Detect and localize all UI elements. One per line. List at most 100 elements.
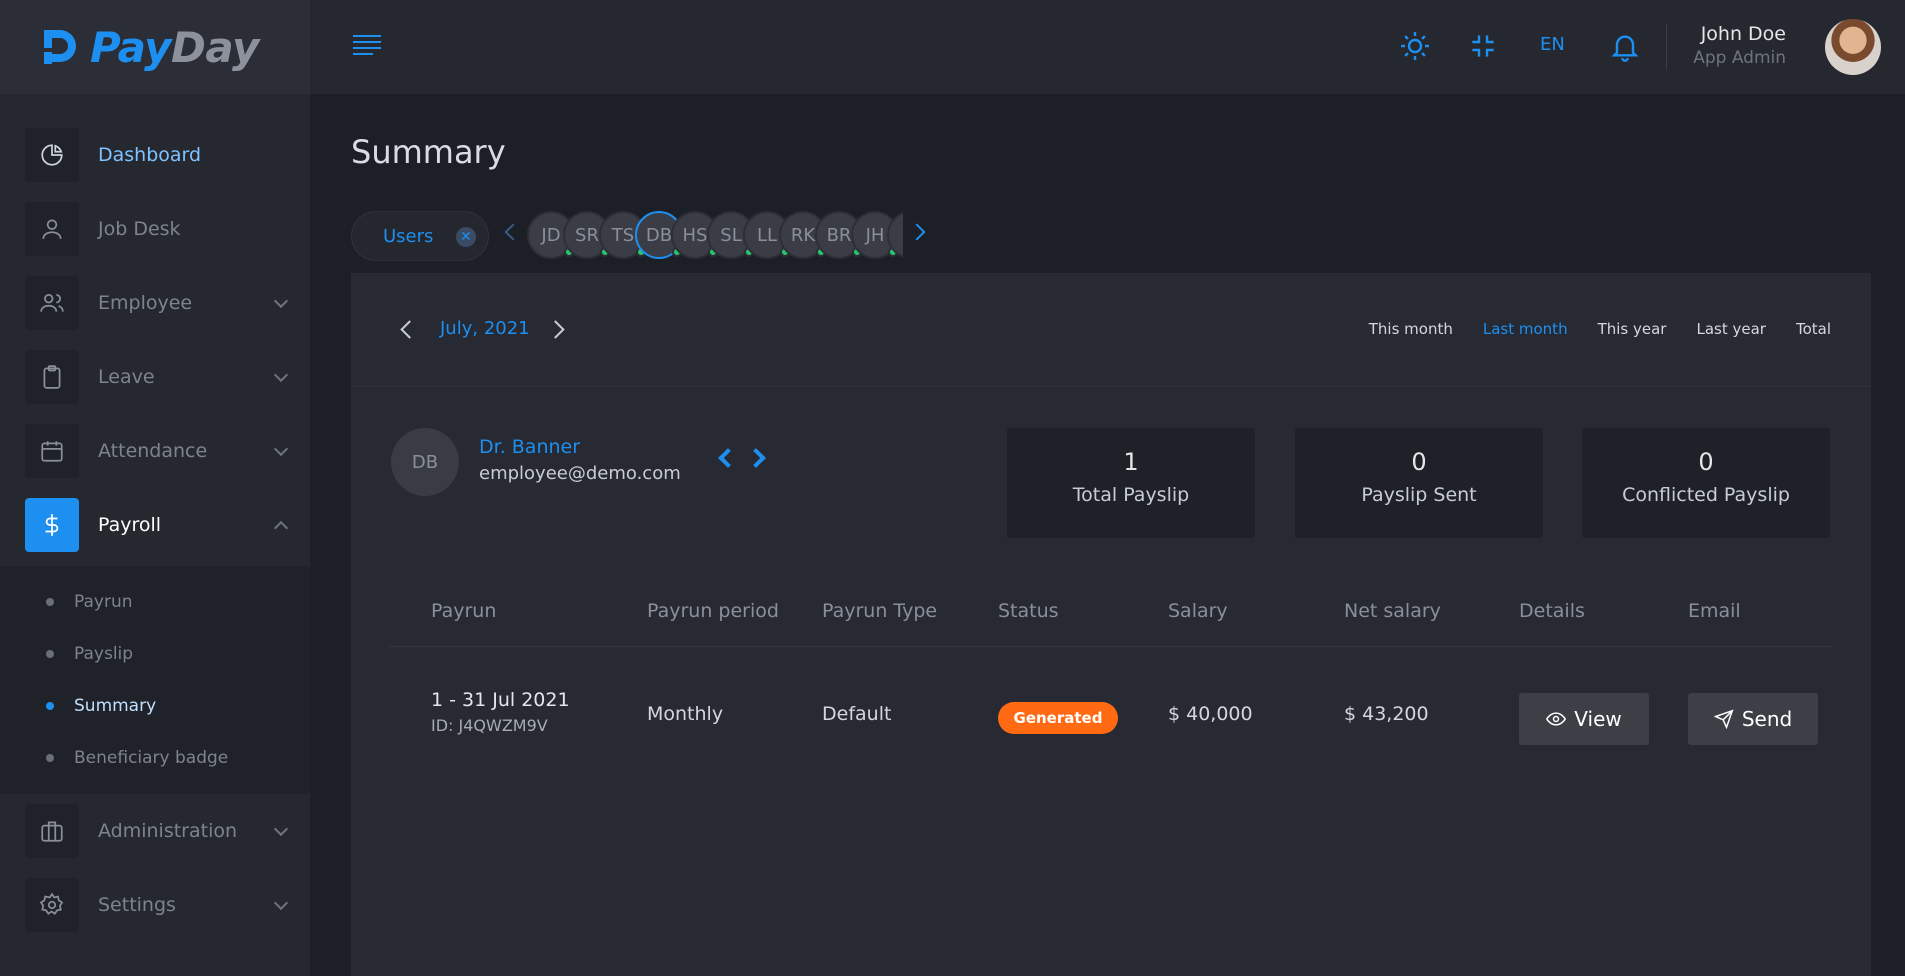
- users-filter-chip[interactable]: Users ✕: [351, 211, 489, 261]
- sidebar-item-label: Leave: [98, 366, 155, 388]
- users-chip-label: Users: [383, 225, 434, 247]
- status-badge: Generated: [998, 702, 1118, 734]
- sidebar-item-label: Payroll: [98, 514, 162, 536]
- sidebar-item-label: Settings: [98, 894, 176, 916]
- stat-payslip-sent: 0 Payslip Sent: [1295, 428, 1543, 538]
- payroll-submenu: Payrun Payslip Summary Beneficiary badge: [0, 566, 310, 794]
- payrun-range: 1 - 31 Jul 2021: [431, 689, 570, 711]
- stat-label: Total Payslip: [1072, 484, 1190, 506]
- payrun-id: ID: J4QWZM9V: [431, 716, 548, 735]
- sidebar-item-label: Administration: [98, 820, 238, 842]
- chevron-down-icon: [273, 367, 289, 383]
- period-filters: This month Last month This year Last yea…: [1369, 320, 1831, 338]
- avatars-next-icon[interactable]: [908, 223, 926, 241]
- chevron-down-icon: [273, 821, 289, 837]
- submenu-item-label: Summary: [74, 696, 157, 716]
- clipboard-icon: [25, 350, 79, 404]
- stat-value: 0: [1411, 448, 1427, 476]
- filter-last-month[interactable]: Last month: [1483, 320, 1568, 338]
- column-header: Details: [1519, 600, 1585, 622]
- sidebar-item-label: Employee: [98, 292, 193, 314]
- previous-employee-icon[interactable]: [718, 448, 738, 468]
- employee-name[interactable]: Dr. Banner: [479, 436, 580, 458]
- sidebar-item-attendance[interactable]: Attendance: [0, 414, 310, 488]
- minimize-icon[interactable]: [1467, 30, 1499, 62]
- sidebar-item-dashboard[interactable]: Dashboard: [0, 118, 310, 192]
- stat-total-payslip: 1 Total Payslip: [1007, 428, 1255, 538]
- stat-value: 1: [1123, 448, 1139, 476]
- filter-this-year[interactable]: This year: [1598, 320, 1667, 338]
- user-avatar-strip: JD SR TS DB HS SL LL RK BR JH: [527, 211, 903, 261]
- sidebar-nav: Dashboard Job Desk Employee Leave Attend…: [0, 94, 310, 942]
- sidebar-item-job-desk[interactable]: Job Desk: [0, 192, 310, 266]
- stat-label: Conflicted Payslip: [1622, 484, 1790, 506]
- chevron-down-icon: [273, 895, 289, 911]
- submenu-item-payslip[interactable]: Payslip: [0, 628, 310, 680]
- table-row: 1 - 31 Jul 2021 ID: J4QWZM9V Monthly Def…: [389, 647, 1832, 787]
- menu-toggle-icon[interactable]: [353, 35, 381, 57]
- net-salary: $ 43,200: [1344, 703, 1429, 725]
- submenu-item-beneficiary-badge[interactable]: Beneficiary badge: [0, 732, 310, 784]
- topbar: EN John Doe App Admin: [310, 0, 1905, 94]
- bullet-icon: [46, 702, 54, 710]
- column-header: Payrun Type: [822, 600, 938, 622]
- stat-label: Payslip Sent: [1361, 484, 1477, 506]
- view-button[interactable]: View: [1519, 693, 1649, 745]
- sun-icon[interactable]: [1399, 30, 1431, 62]
- filter-total[interactable]: Total: [1796, 320, 1831, 338]
- stat-value: 0: [1698, 448, 1714, 476]
- payrun-table: Payrun Payrun period Payrun Type Status …: [389, 583, 1832, 787]
- avatars-prev-icon[interactable]: [504, 223, 522, 241]
- close-icon[interactable]: ✕: [456, 227, 476, 247]
- sidebar-item-leave[interactable]: Leave: [0, 340, 310, 414]
- dollar-icon: [25, 498, 79, 552]
- payrun-period: Monthly: [647, 703, 724, 725]
- bullet-icon: [46, 754, 54, 762]
- column-header: Status: [998, 600, 1059, 622]
- bullet-icon: [46, 598, 54, 606]
- column-header: Salary: [1168, 600, 1228, 622]
- pie-chart-icon: [25, 128, 79, 182]
- send-icon: [1713, 709, 1734, 729]
- submenu-item-label: Payrun: [74, 592, 133, 612]
- sidebar-item-employee[interactable]: Employee: [0, 266, 310, 340]
- chevron-left-icon[interactable]: [400, 320, 419, 339]
- submenu-item-payrun[interactable]: Payrun: [0, 576, 310, 628]
- employee-email: employee@demo.com: [479, 463, 681, 484]
- language-selector[interactable]: EN: [1540, 34, 1565, 55]
- submenu-item-label: Payslip: [74, 644, 134, 664]
- calendar-icon: [25, 424, 79, 478]
- card-header: July, 2021 This month Last month This ye…: [351, 273, 1871, 387]
- avatar[interactable]: [1825, 19, 1881, 75]
- stat-conflicted-payslip: 0 Conflicted Payslip: [1582, 428, 1830, 538]
- sidebar-item-payroll[interactable]: Payroll: [0, 488, 310, 562]
- sidebar-item-label: Job Desk: [98, 218, 181, 240]
- column-header: Payrun: [431, 600, 497, 622]
- brand-name: PayDay: [90, 22, 259, 72]
- submenu-item-label: Beneficiary badge: [74, 748, 229, 768]
- column-header: Email: [1688, 600, 1741, 622]
- chevron-down-icon: [273, 441, 289, 457]
- table-header: Payrun Payrun period Payrun Type Status …: [389, 583, 1832, 647]
- sidebar-item-label: Attendance: [98, 440, 208, 462]
- column-header: Net salary: [1344, 600, 1441, 622]
- employee-avatar: DB: [391, 428, 459, 496]
- sidebar-item-label: Dashboard: [98, 144, 202, 166]
- page-title: Summary: [351, 133, 506, 171]
- filter-last-year[interactable]: Last year: [1696, 320, 1765, 338]
- salary: $ 40,000: [1168, 703, 1253, 725]
- submenu-item-summary[interactable]: Summary: [0, 680, 310, 732]
- next-employee-icon[interactable]: [746, 448, 766, 468]
- bullet-icon: [46, 650, 54, 658]
- send-button[interactable]: Send: [1688, 693, 1818, 745]
- divider: [1666, 24, 1667, 70]
- brand[interactable]: PayDay: [0, 0, 310, 94]
- payrun-type: Default: [822, 703, 892, 725]
- column-header: Payrun period: [647, 600, 779, 622]
- filter-this-month[interactable]: This month: [1369, 320, 1453, 338]
- sidebar-item-administration[interactable]: Administration: [0, 794, 310, 868]
- date-selector[interactable]: July, 2021: [440, 318, 530, 339]
- chevron-right-icon[interactable]: [546, 320, 565, 339]
- bell-icon[interactable]: [1609, 30, 1641, 62]
- sidebar-item-settings[interactable]: Settings: [0, 868, 310, 942]
